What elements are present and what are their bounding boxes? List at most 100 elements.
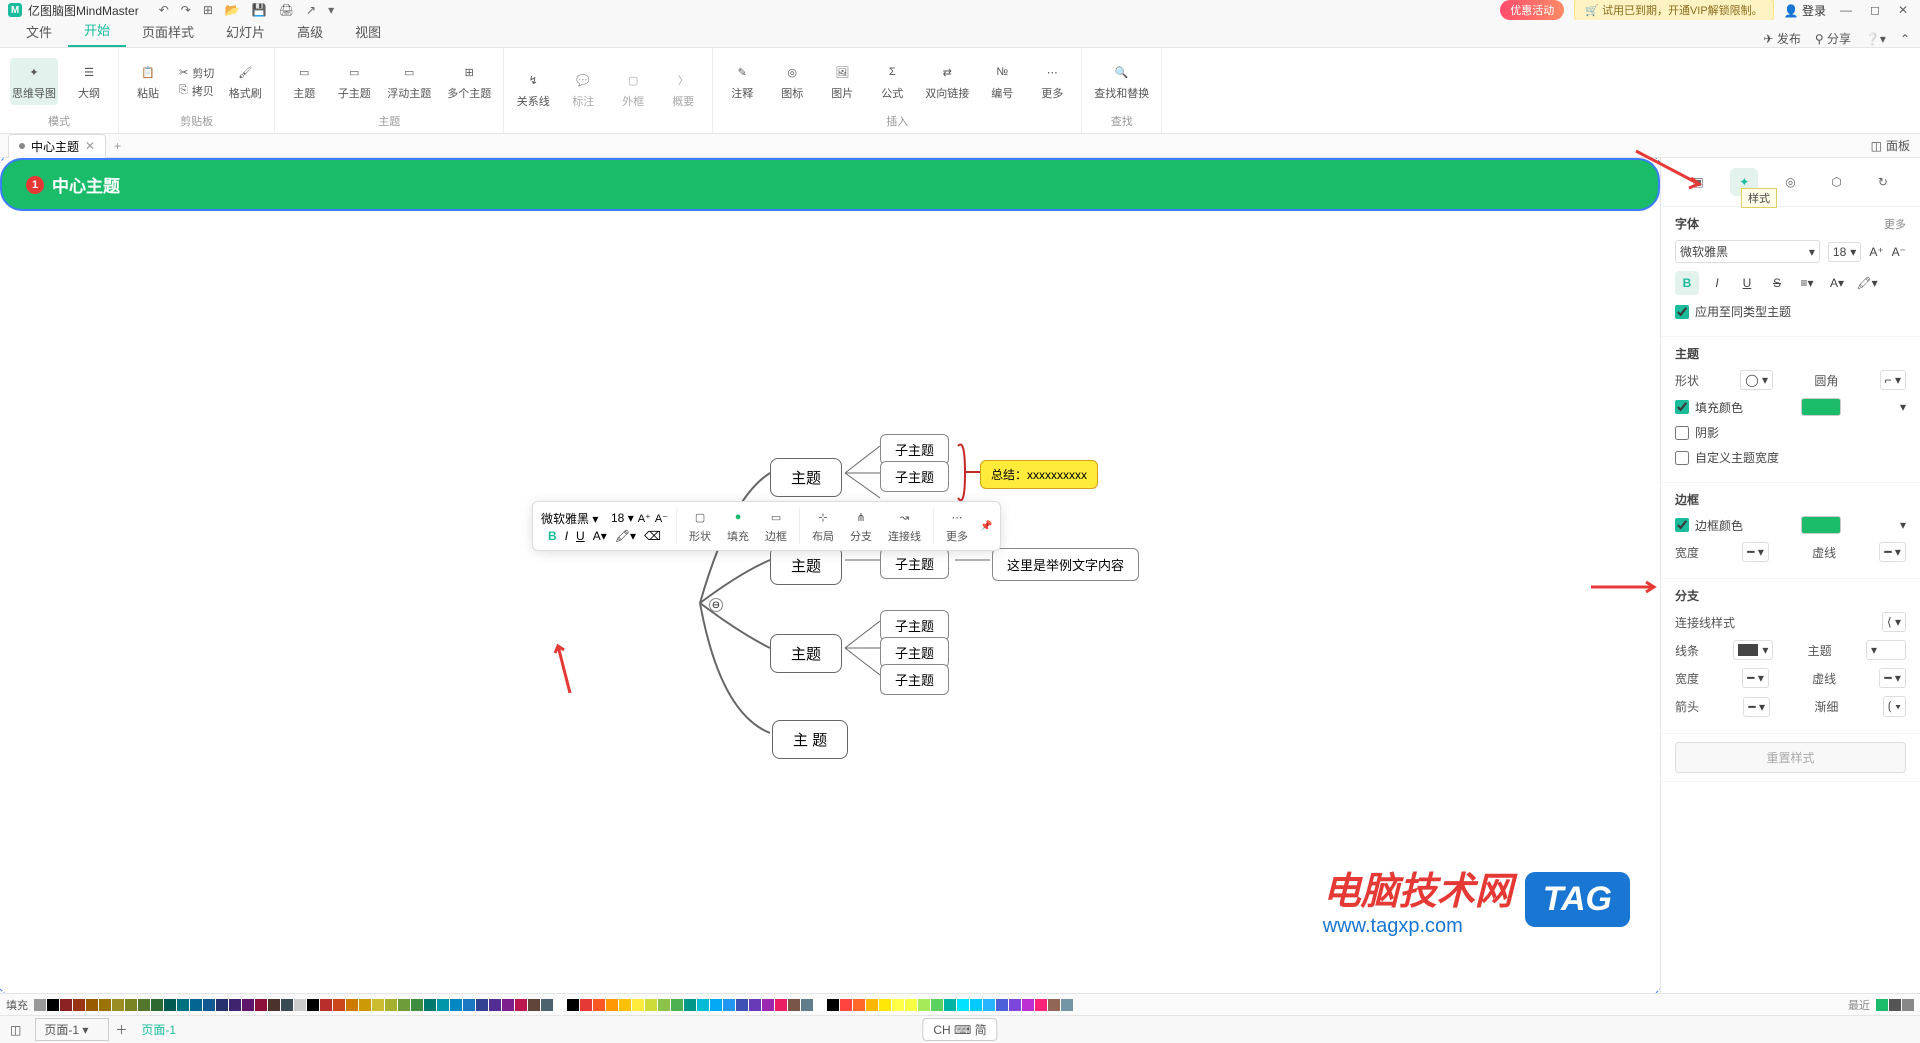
font-decrease-icon[interactable]: A⁻ — [655, 512, 668, 525]
align-button[interactable]: ≡▾ — [1795, 271, 1819, 295]
tab-slideshow[interactable]: 幻灯片 — [210, 16, 281, 47]
relationship-button[interactable]: ↯关系线 — [514, 66, 552, 113]
tag-tab-icon[interactable]: ◎ — [1776, 168, 1804, 196]
branch-button[interactable]: ⋔分支 — [846, 506, 876, 546]
panel-toggle-button[interactable]: ◫ 面板 — [1871, 137, 1910, 154]
font-increase-button[interactable]: A⁺ — [1869, 245, 1883, 259]
font-color-icon[interactable]: A▾ — [593, 529, 607, 543]
maximize-icon[interactable]: ◻ — [1866, 3, 1884, 17]
branch-dash-dropdown[interactable]: ━ ▾ — [1879, 668, 1906, 688]
note-button[interactable]: ✎注释 — [723, 58, 761, 105]
clear-format-icon[interactable]: ⌫ — [644, 529, 661, 543]
topic-button[interactable]: ▭主题 — [285, 58, 323, 105]
font-family-select[interactable]: 微软雅黑 ▾ — [541, 510, 607, 527]
underline-button[interactable]: U — [1735, 271, 1759, 295]
connector-button[interactable]: ↝连接线 — [884, 506, 925, 546]
save-icon[interactable]: 💾 — [252, 3, 267, 17]
branch-topic-dropdown[interactable]: ▾ — [1866, 640, 1906, 660]
new-tab-button[interactable]: + — [114, 139, 121, 153]
floating-topic-button[interactable]: ▭浮动主题 — [385, 58, 433, 105]
redo-icon[interactable]: ↷ — [181, 3, 191, 17]
summary-button[interactable]: 〉概要 — [664, 66, 702, 113]
mindmap-mode-button[interactable]: ✦思维导图 — [10, 58, 58, 105]
arrow-dropdown[interactable]: ━ ▾ — [1743, 697, 1770, 717]
color-swatches[interactable] — [34, 999, 1073, 1011]
pin-icon[interactable]: 📌 — [980, 521, 992, 532]
tab-close-icon[interactable]: ✕ — [85, 139, 95, 153]
tab-file[interactable]: 文件 — [10, 16, 68, 47]
page-select[interactable]: 页面-1 ▾ — [35, 1018, 109, 1041]
border-color-checkbox[interactable]: 边框颜色 — [1675, 517, 1743, 534]
tab-advanced[interactable]: 高级 — [281, 16, 339, 47]
multi-topic-button[interactable]: ⊞多个主题 — [445, 58, 493, 105]
font-size-select[interactable]: 18 ▾ — [611, 511, 634, 525]
publish-button[interactable]: ✈ 发布 — [1763, 30, 1800, 47]
border-width-dropdown[interactable]: ━ ▾ — [1742, 542, 1769, 562]
topic-node[interactable]: 主 题 — [772, 720, 848, 759]
tab-start[interactable]: 开始 — [68, 14, 126, 47]
undo-icon[interactable]: ↶ — [159, 3, 169, 17]
font-increase-icon[interactable]: A⁺ — [638, 512, 651, 525]
more-button[interactable]: ⋯更多 — [942, 506, 972, 546]
taper-dropdown[interactable]: ⟮ ▾ — [1883, 696, 1906, 717]
connector-style-dropdown[interactable]: ⟨ ▾ — [1882, 612, 1906, 632]
italic-button[interactable]: I — [1705, 271, 1729, 295]
topic-node[interactable]: 主题 — [770, 458, 842, 497]
italic-icon[interactable]: I — [565, 529, 568, 543]
corner-dropdown[interactable]: ⌐ ▾ — [1880, 370, 1906, 390]
icon-button[interactable]: ◎图标 — [773, 58, 811, 105]
cut-button[interactable]: ✂ 剪切 — [179, 65, 214, 81]
bold-icon[interactable]: B — [548, 529, 557, 543]
tab-view[interactable]: 视图 — [339, 16, 397, 47]
close-icon[interactable]: ✕ — [1894, 3, 1912, 17]
subtopic-button[interactable]: ▭子主题 — [335, 58, 373, 105]
topic-node[interactable]: 主题 — [770, 634, 842, 673]
shadow-checkbox[interactable]: 阴影 — [1675, 424, 1719, 441]
fill-checkbox[interactable]: 填充颜色 — [1675, 399, 1743, 416]
custom-width-checkbox[interactable]: 自定义主题宽度 — [1675, 449, 1779, 466]
document-tab[interactable]: 中心主题 ✕ — [8, 134, 106, 158]
bilink-button[interactable]: ⇄双向链接 — [923, 58, 971, 105]
border-dash-dropdown[interactable]: ━ ▾ — [1879, 542, 1906, 562]
ime-indicator[interactable]: CH ⌨ 简 — [922, 1018, 997, 1041]
login-button[interactable]: 👤 登录 — [1784, 2, 1826, 19]
tab-page-style[interactable]: 页面样式 — [126, 16, 210, 47]
qat-more-icon[interactable]: ▾ — [328, 3, 334, 17]
layout-button[interactable]: ⊹布局 — [808, 506, 838, 546]
formula-button[interactable]: Σ公式 — [873, 58, 911, 105]
image-button[interactable]: 🖼图片 — [823, 58, 861, 105]
subtopic-node[interactable]: 子主题 — [880, 548, 949, 579]
canvas[interactable]: 1 中心主题 ⊖ 主题 主题 主题 主 题 子主题 子主题 子主题 子主题 子主… — [0, 158, 1660, 993]
shape-dropdown[interactable]: ◯ ▾ — [1740, 370, 1773, 390]
topic-node[interactable]: 主题 — [770, 546, 842, 585]
export-icon[interactable]: ↗ — [306, 3, 316, 17]
highlight-button[interactable]: 🖍▾ — [1855, 271, 1879, 295]
minimize-icon[interactable]: — — [1836, 3, 1856, 17]
reset-style-button[interactable]: 重置样式 — [1675, 742, 1906, 773]
bold-button[interactable]: B — [1675, 271, 1699, 295]
subtopic-node[interactable]: 子主题 — [880, 664, 949, 695]
font-size-dropdown[interactable]: 18 ▾ — [1828, 242, 1861, 262]
page-tab[interactable]: 页面-1 — [141, 1021, 176, 1038]
trial-banner[interactable]: 🛒 试用已到期，开通VIP解锁限制。 — [1574, 0, 1773, 21]
shape-button[interactable]: ▢形状 — [685, 506, 715, 546]
add-page-button[interactable]: ＋ — [115, 1021, 127, 1038]
font-decrease-button[interactable]: A⁻ — [1892, 245, 1906, 259]
central-topic[interactable]: 1 中心主题 — [0, 158, 1660, 211]
more-link[interactable]: 更多 — [1884, 216, 1906, 232]
paste-button[interactable]: 📋粘贴 — [129, 58, 167, 105]
boundary-button[interactable]: ▢外框 — [614, 66, 652, 113]
font-family-dropdown[interactable]: 微软雅黑 ▾ — [1675, 240, 1820, 263]
help-icon[interactable]: ❔▾ — [1865, 32, 1886, 46]
border-button[interactable]: ▭边框 — [761, 506, 791, 546]
history-tab-icon[interactable]: ↻ — [1869, 168, 1897, 196]
new-icon[interactable]: ⊞ — [203, 3, 213, 17]
line-color-dropdown[interactable]: ▾ — [1733, 640, 1773, 660]
callout-button[interactable]: 💬标注 — [564, 66, 602, 113]
promo-badge[interactable]: 优惠活动 — [1500, 0, 1564, 20]
highlight-icon[interactable]: 🖍▾ — [615, 529, 636, 543]
example-node[interactable]: 这里是举例文字内容 — [992, 548, 1139, 581]
number-button[interactable]: №编号 — [983, 58, 1021, 105]
outline-mode-button[interactable]: ☰大纲 — [70, 58, 108, 105]
apply-same-type-checkbox[interactable]: 应用至同类型主题 — [1675, 303, 1791, 320]
